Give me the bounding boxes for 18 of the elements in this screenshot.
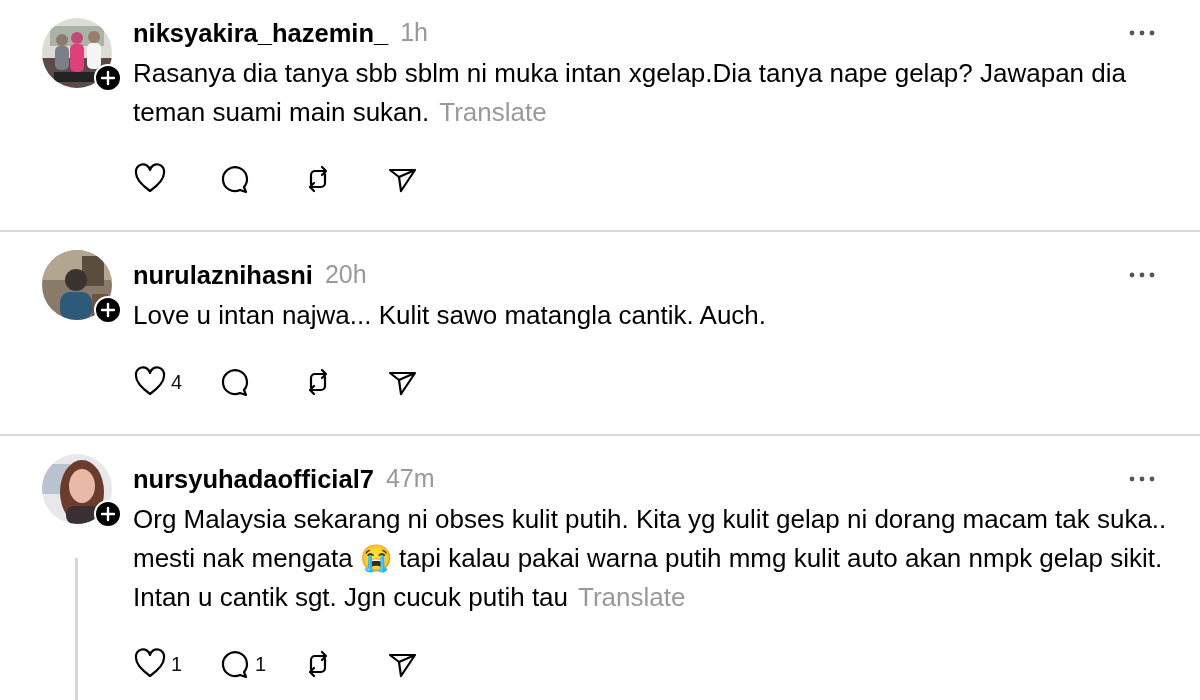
post-text: Rasanya dia tanya sbb sblm ni muka intan xgelap.Dia tanya nape gelap? Jawapan dia teman suami main sukan. Translate <box>133 57 1127 130</box>
follow-icon[interactable] <box>94 500 122 528</box>
username[interactable]: nursyuhadaofficial7 <box>133 460 374 499</box>
more-icon[interactable] <box>1128 475 1156 484</box>
follow-icon[interactable] <box>94 64 122 92</box>
follow-icon[interactable] <box>94 296 122 324</box>
username[interactable]: niksyakira_hazemin_ <box>133 14 389 53</box>
post-time: 20h <box>324 259 367 291</box>
username[interactable]: nurulaznihasni <box>133 256 313 295</box>
post-text: Love u intan najwa... Kulit sawo matangla cantik. Auch. <box>133 299 768 333</box>
like-count: 1 <box>171 652 183 678</box>
post-time: 47m <box>385 463 435 495</box>
more-icon[interactable] <box>1128 29 1156 38</box>
post-time: 1h <box>400 17 428 49</box>
reply-count: 1 <box>255 652 267 678</box>
like-count: 4 <box>171 370 183 396</box>
post-text: Org Malaysia sekarang ni obses kulit putih. Kita yg kulit gelap ni dorang macam tak suka.. mesti nak mengata 😭 tapi kalau pakai warna putih mmg kulit auto akan nmpk gelap sikit. Intan u cantik sgt. Jgn cucuk putih tau Translate <box>133 503 1168 615</box>
more-icon[interactable] <box>1128 271 1156 280</box>
